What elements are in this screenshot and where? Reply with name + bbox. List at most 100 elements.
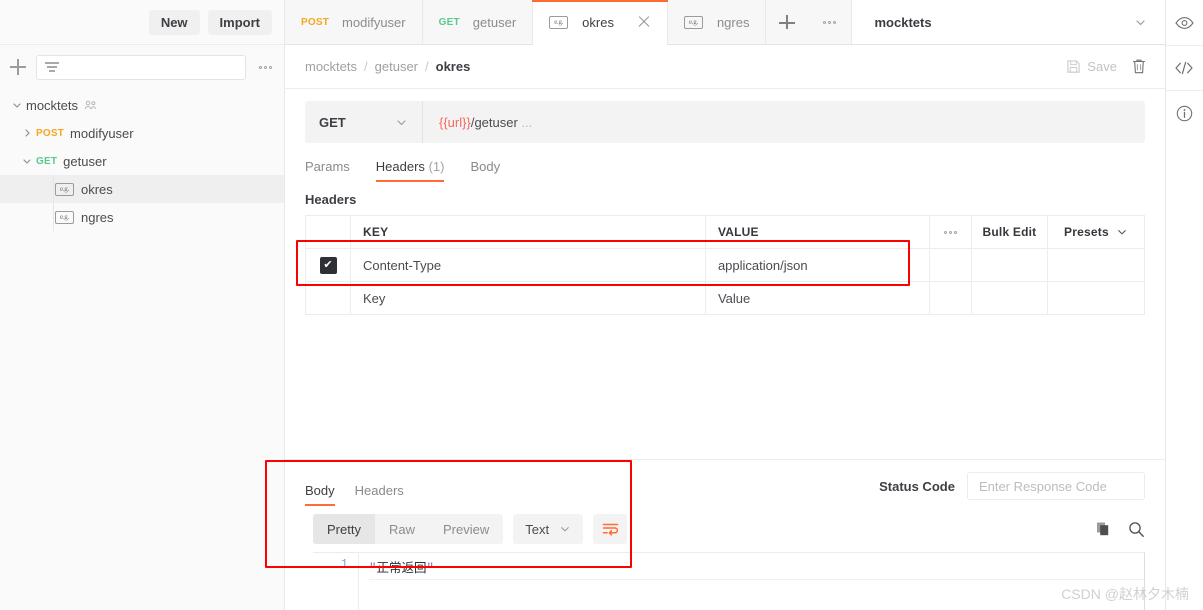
chevron-right-icon[interactable]	[18, 128, 36, 138]
status-code-input[interactable]: Enter Response Code	[966, 472, 1145, 500]
headers-more-button[interactable]	[928, 215, 972, 249]
code-content[interactable]: "正常返回"	[359, 553, 1145, 610]
view-mode-raw[interactable]: Raw	[375, 514, 429, 544]
http-method-select[interactable]: GET	[305, 101, 423, 143]
presets-button[interactable]: Presets	[1046, 215, 1145, 249]
headers-table: KEY VALUE Bulk Edit Presets ✔ Content-Ty…	[305, 215, 1145, 315]
method-badge-get: GET	[438, 16, 460, 28]
response-header: Body Headers Status Code Enter Response …	[285, 460, 1165, 506]
table-row[interactable]: Key Value	[305, 281, 1145, 315]
wrap-text-icon	[602, 522, 619, 537]
method-badge-post: POST	[301, 16, 330, 28]
search-icon[interactable]	[1128, 521, 1145, 538]
row-key-placeholder[interactable]: Key	[350, 281, 706, 315]
tab-overflow-button[interactable]	[808, 0, 853, 44]
response-panel: Body Headers Status Code Enter Response …	[285, 459, 1165, 610]
save-button[interactable]: Save	[1066, 59, 1117, 74]
close-icon[interactable]	[637, 15, 651, 29]
breadcrumb-item-1[interactable]: getuser	[375, 59, 418, 74]
tab-headers[interactable]: Headers (1)	[375, 159, 445, 182]
info-icon[interactable]	[1165, 90, 1203, 135]
tab-modifyuser[interactable]: POST modifyuser	[285, 0, 423, 44]
code-line-numbers: 1	[313, 553, 359, 610]
tab-body[interactable]: Body	[470, 159, 500, 182]
tree-item-getuser[interactable]: GET getuser	[0, 147, 284, 175]
eye-icon[interactable]	[1166, 0, 1203, 45]
tree-item-label: okres	[81, 181, 113, 197]
headers-table-head-row: KEY VALUE Bulk Edit Presets	[305, 215, 1145, 249]
tab-label: modifyuser	[342, 14, 406, 30]
response-tab-headers[interactable]: Headers	[355, 483, 404, 506]
tab-label: getuser	[472, 14, 517, 30]
row-value-placeholder[interactable]: Value	[704, 281, 930, 315]
tree-item-ngres[interactable]: e.g. ngres	[0, 203, 284, 231]
row-spacer	[1047, 248, 1145, 282]
view-mode-pretty[interactable]: Pretty	[313, 514, 375, 544]
tab-headers-label: Headers	[375, 159, 425, 174]
tab-label: ngres	[716, 14, 750, 30]
environment-selector[interactable]: mocktets	[852, 0, 1165, 44]
viewer-actions	[1096, 521, 1145, 538]
response-tabs: Body Headers	[305, 483, 404, 506]
add-item-icon[interactable]	[8, 57, 28, 77]
response-code-editor[interactable]: 1 "正常返回"	[313, 552, 1145, 610]
line-number: 1	[340, 557, 348, 571]
tab-headers-count: (1)	[428, 159, 445, 174]
chevron-down-icon[interactable]	[8, 100, 26, 110]
content-type-select[interactable]: Text	[513, 514, 584, 544]
view-mode-preview[interactable]: Preview	[429, 514, 503, 544]
new-tab-button[interactable]	[766, 0, 808, 44]
row-key[interactable]: Content-Type	[350, 248, 706, 282]
table-row[interactable]: ✔ Content-Type application/json	[305, 248, 1145, 282]
tab-okres[interactable]: e.g. okres	[532, 0, 668, 45]
more-horizontal-icon	[819, 12, 841, 32]
headers-table-wrap: KEY VALUE Bulk Edit Presets ✔ Content-Ty…	[285, 215, 1165, 315]
url-bar: GET {{url}}/getuser ...	[305, 101, 1145, 143]
response-tab-body[interactable]: Body	[305, 483, 335, 506]
row-value[interactable]: application/json	[704, 248, 930, 282]
example-badge-icon: e.g.	[683, 15, 703, 29]
breadcrumb-item-0[interactable]: mocktets	[305, 59, 357, 74]
row-checkbox-cell[interactable]	[305, 281, 351, 315]
tree-item-label: getuser	[63, 153, 107, 169]
breadcrumb-item-2: okres	[435, 59, 471, 74]
sidebar-toolbar: New Import	[0, 0, 284, 45]
code-line: "正常返回"	[369, 557, 1145, 580]
presets-label: Presets	[1064, 225, 1109, 239]
code-icon[interactable]	[1165, 45, 1203, 90]
tree-item-mocktets[interactable]: mocktets	[0, 91, 284, 119]
breadcrumb-separator: /	[364, 59, 368, 74]
import-button[interactable]: Import	[207, 9, 272, 35]
status-code-group: Status Code Enter Response Code	[879, 472, 1145, 506]
chevron-down-icon	[395, 116, 408, 129]
url-variable: {{url}}	[439, 114, 471, 130]
response-tab-body-label: Body	[305, 483, 335, 498]
request-url-row: GET {{url}}/getuser ...	[285, 89, 1165, 143]
url-input[interactable]: {{url}}/getuser ...	[423, 101, 1145, 143]
filter-input[interactable]	[36, 54, 246, 80]
row-checkbox[interactable]: ✔	[319, 257, 337, 274]
new-button[interactable]: New	[148, 9, 200, 35]
tree-item-okres[interactable]: e.g. okres	[0, 175, 284, 203]
sidebar-more-icon[interactable]	[254, 57, 276, 77]
breadcrumb-actions: Save	[1066, 58, 1147, 75]
collection-tree: mocktets POST modifyuser GET getuser e.g…	[0, 89, 284, 610]
trash-icon[interactable]	[1131, 58, 1147, 75]
tab-ngres[interactable]: e.g. ngres	[667, 0, 767, 44]
row-spacer	[1047, 281, 1145, 315]
method-badge-get: GET	[36, 155, 58, 167]
tree-item-modifyuser[interactable]: POST modifyuser	[0, 119, 284, 147]
copy-icon[interactable]	[1096, 521, 1112, 537]
chevron-down-icon[interactable]	[18, 156, 36, 166]
wrap-text-button[interactable]	[593, 514, 628, 544]
main-panel: POST modifyuser GET getuser e.g. okres e…	[285, 0, 1165, 610]
url-ellipsis: ...	[521, 114, 533, 130]
breadcrumb: mocktets / getuser / okres	[305, 59, 470, 74]
view-mode-group: Pretty Raw Preview	[313, 514, 504, 544]
tab-params[interactable]: Params	[305, 159, 350, 182]
bulk-edit-button[interactable]: Bulk Edit	[970, 215, 1048, 249]
team-icon	[84, 100, 97, 110]
tab-getuser[interactable]: GET getuser	[422, 0, 534, 44]
code-quote-close: "	[426, 562, 435, 576]
method-badge-post: POST	[36, 127, 65, 139]
